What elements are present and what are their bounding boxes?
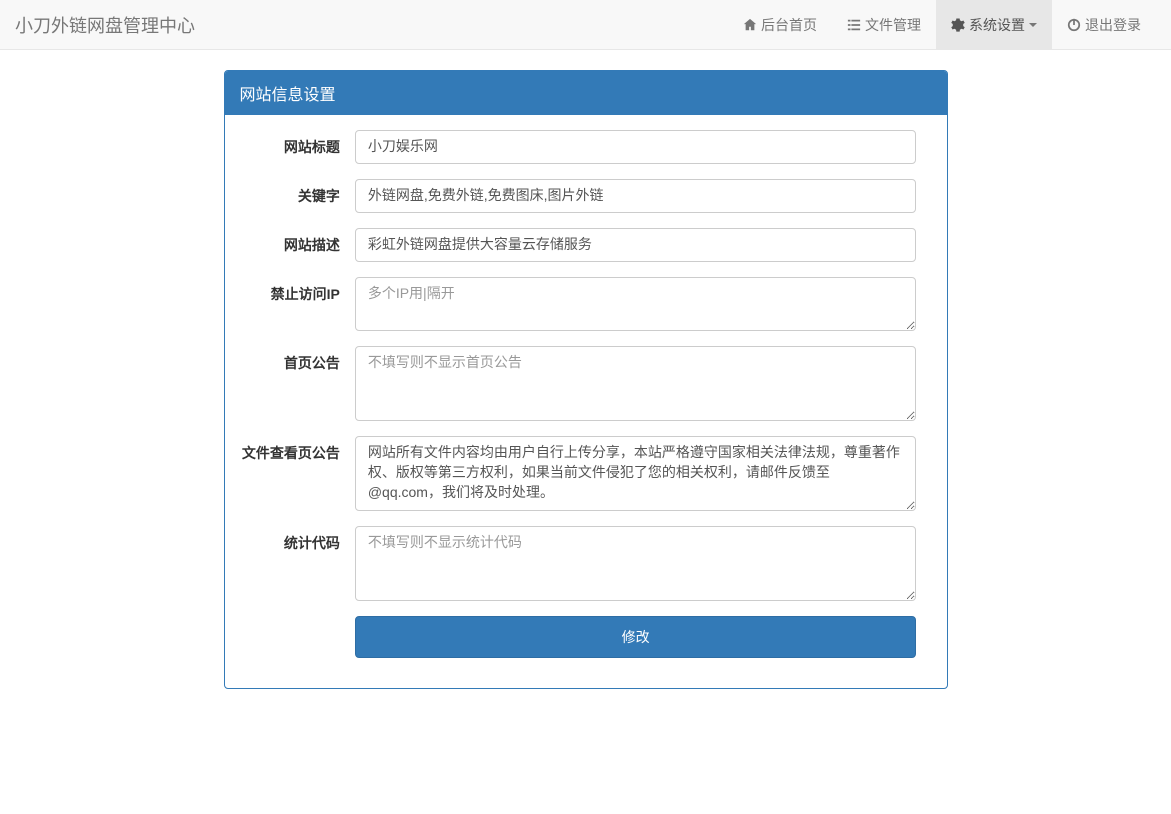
- form-group-description: 网站描述: [240, 228, 932, 262]
- site-title-input[interactable]: [355, 130, 917, 164]
- chevron-down-icon: [1029, 23, 1037, 27]
- settings-panel: 网站信息设置 网站标题 关键字 网站描述 禁止: [224, 70, 948, 689]
- navbar-nav: 后台首页 文件管理 系统设置: [728, 0, 1156, 50]
- nav-link-files[interactable]: 文件管理: [832, 0, 936, 50]
- form-group-stats-code: 统计代码: [240, 526, 932, 601]
- main-container: 网站信息设置 网站标题 关键字 网站描述 禁止: [101, 70, 1071, 689]
- navbar: 小刀外链网盘管理中心 后台首页 文件管理 系统设置: [0, 0, 1171, 50]
- nav-item-settings: 系统设置: [936, 0, 1052, 50]
- panel-title: 网站信息设置: [225, 71, 947, 115]
- gear-icon: [951, 18, 965, 32]
- home-icon: [743, 18, 757, 32]
- submit-button[interactable]: 修改: [355, 616, 917, 658]
- nav-label: 文件管理: [865, 15, 921, 35]
- nav-item-files: 文件管理: [832, 0, 936, 50]
- block-ip-textarea[interactable]: [355, 277, 917, 331]
- form-group-file-page-notice: 文件查看页公告: [240, 436, 932, 511]
- nav-label: 系统设置: [969, 15, 1025, 35]
- nav-item-home: 后台首页: [728, 0, 832, 50]
- form-group-site-title: 网站标题: [240, 130, 932, 164]
- nav-link-home[interactable]: 后台首页: [728, 0, 832, 50]
- form-group-keywords: 关键字: [240, 179, 932, 213]
- keywords-input[interactable]: [355, 179, 917, 213]
- nav-item-logout: 退出登录: [1052, 0, 1156, 50]
- form-group-home-notice: 首页公告: [240, 346, 932, 421]
- form-group-block-ip: 禁止访问IP: [240, 277, 932, 331]
- navbar-brand: 小刀外链网盘管理中心: [15, 12, 195, 38]
- block-ip-label: 禁止访问IP: [240, 277, 355, 331]
- home-notice-label: 首页公告: [240, 346, 355, 421]
- stats-code-textarea[interactable]: [355, 526, 917, 601]
- nav-link-settings[interactable]: 系统设置: [936, 0, 1052, 50]
- file-page-notice-label: 文件查看页公告: [240, 436, 355, 511]
- power-icon: [1067, 18, 1081, 32]
- description-label: 网站描述: [240, 228, 355, 262]
- file-page-notice-textarea[interactable]: [355, 436, 917, 511]
- nav-label: 退出登录: [1085, 15, 1141, 35]
- description-input[interactable]: [355, 228, 917, 262]
- nav-label: 后台首页: [761, 15, 817, 35]
- home-notice-textarea[interactable]: [355, 346, 917, 421]
- nav-link-logout[interactable]: 退出登录: [1052, 0, 1156, 50]
- form-group-submit: 修改: [240, 616, 932, 658]
- list-icon: [847, 18, 861, 32]
- site-title-label: 网站标题: [240, 130, 355, 164]
- keywords-label: 关键字: [240, 179, 355, 213]
- panel-body: 网站标题 关键字 网站描述 禁止访问IP: [225, 115, 947, 688]
- stats-code-label: 统计代码: [240, 526, 355, 601]
